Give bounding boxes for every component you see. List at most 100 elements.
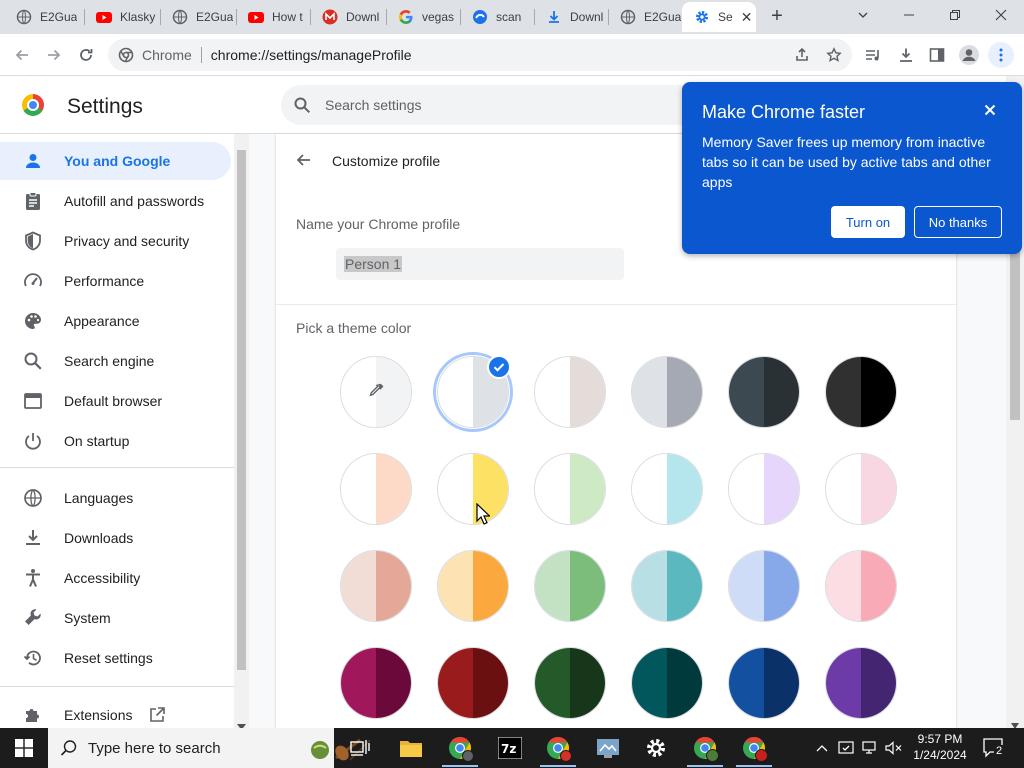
sidebar-item-label: Languages (64, 490, 134, 506)
scroll-down-arrow-icon[interactable] (237, 717, 246, 730)
tab-7[interactable]: scan (460, 2, 534, 32)
new-tab-button[interactable]: + (766, 6, 788, 28)
theme-swatch[interactable] (340, 453, 412, 525)
close-tab-icon[interactable]: ✕ (741, 9, 753, 26)
swatch-right-half (764, 551, 799, 621)
theme-swatch[interactable] (340, 550, 412, 622)
file-explorer-icon[interactable] (397, 734, 425, 762)
sidebar-item-label: Autofill and passwords (64, 193, 205, 209)
side-panel-icon[interactable] (924, 42, 950, 68)
no-thanks-button[interactable]: No thanks (914, 206, 1002, 238)
sidebar-item-privacy[interactable]: Privacy and security (0, 222, 231, 260)
address-bar[interactable]: Chrome chrome://settings/manageProfile (108, 39, 852, 71)
taskbar-search-box[interactable]: Type here to search (48, 728, 371, 768)
chrome-taskbar-icon[interactable] (446, 734, 474, 762)
reload-button[interactable] (73, 42, 99, 68)
active-app-indicator (540, 765, 576, 767)
share-icon[interactable] (789, 42, 815, 68)
tab-6[interactable]: vegas (386, 2, 460, 32)
sidebar-item-reset[interactable]: Reset settings (0, 639, 231, 677)
url-text[interactable]: chrome://settings/manageProfile (211, 47, 412, 63)
tab-1[interactable]: E2Gua (4, 2, 82, 32)
theme-swatch[interactable] (437, 453, 509, 525)
media-queue-icon[interactable] (860, 42, 886, 68)
tab-4[interactable]: How t (236, 2, 310, 32)
sidebar-item-on-startup[interactable]: On startup (0, 422, 231, 460)
theme-swatch[interactable] (340, 647, 412, 719)
sidebar-item-accessibility[interactable]: Accessibility (0, 559, 231, 597)
sidebar-item-default-browser[interactable]: Default browser (0, 382, 231, 420)
scroll-down-arrow-icon[interactable] (1011, 716, 1019, 729)
volume-muted-icon[interactable] (884, 734, 904, 762)
tray-chevron-up-icon[interactable] (812, 734, 832, 762)
sidebar-item-system[interactable]: System (0, 599, 231, 637)
theme-swatch[interactable] (437, 550, 509, 622)
control-panel-icon[interactable] (594, 734, 622, 762)
theme-swatch[interactable] (534, 356, 606, 428)
chrome-taskbar-icon-4[interactable] (740, 734, 768, 762)
tab-9[interactable]: E2Gua (608, 2, 682, 32)
theme-swatch[interactable] (728, 453, 800, 525)
tab-2[interactable]: Klasky (84, 2, 160, 32)
sidebar-scroll-thumb[interactable] (237, 150, 246, 670)
downloads-icon[interactable] (893, 42, 919, 68)
theme-swatch[interactable] (534, 453, 606, 525)
theme-swatch[interactable] (631, 356, 703, 428)
theme-swatch[interactable] (631, 453, 703, 525)
tab-settings[interactable]: Se ✕ (682, 2, 756, 32)
tab-8[interactable]: Downl (534, 2, 608, 32)
sidebar-item-search-engine[interactable]: Search engine (0, 342, 231, 380)
omnibox-divider (200, 47, 202, 63)
notification-icon[interactable]: 2 (982, 737, 1006, 759)
network-icon[interactable] (860, 734, 880, 762)
theme-swatch[interactable] (534, 550, 606, 622)
swatch-left-half (826, 454, 861, 524)
tab-search-icon[interactable] (840, 0, 886, 30)
close-window-button[interactable] (978, 0, 1024, 30)
mouse-cursor-icon (476, 502, 491, 525)
back-arrow-icon[interactable] (294, 150, 314, 170)
profile-name-value: Person 1 (344, 256, 403, 272)
tab-5[interactable]: Downl (310, 2, 386, 32)
theme-swatch[interactable] (728, 647, 800, 719)
sidebar-item-appearance[interactable]: Appearance (0, 302, 231, 340)
tab-3[interactable]: E2Gua (160, 2, 236, 32)
turn-on-button[interactable]: Turn on (831, 206, 905, 238)
theme-swatch[interactable] (631, 550, 703, 622)
chrome-taskbar-icon-2[interactable] (544, 734, 572, 762)
theme-swatch[interactable] (825, 550, 897, 622)
theme-swatch[interactable] (825, 453, 897, 525)
profile-name-field[interactable]: Person 1 (336, 248, 624, 280)
system-clock[interactable]: 9:57 PM 1/24/2024 (912, 731, 968, 763)
theme-swatch[interactable] (534, 647, 606, 719)
theme-swatch[interactable] (631, 647, 703, 719)
search-input[interactable] (325, 97, 665, 113)
theme-swatch[interactable] (728, 356, 800, 428)
sidebar-scrollbar[interactable] (234, 134, 249, 730)
close-icon[interactable] (980, 100, 1000, 120)
bookmark-star-icon[interactable] (821, 42, 847, 68)
sidebar-item-downloads[interactable]: Downloads (0, 519, 231, 557)
theme-swatch[interactable] (437, 647, 509, 719)
sidebar-item-languages[interactable]: Languages (0, 479, 231, 517)
forward-button[interactable] (41, 42, 67, 68)
task-view-icon[interactable] (346, 734, 374, 762)
7zip-icon[interactable]: 7z (496, 734, 524, 762)
sidebar-item-extensions[interactable]: Extensions (0, 696, 231, 728)
sidebar-item-autofill[interactable]: Autofill and passwords (0, 182, 231, 220)
security-tray-icon[interactable] (836, 734, 856, 762)
sidebar-item-performance[interactable]: Performance (0, 262, 231, 300)
search-settings-box[interactable] (281, 85, 701, 125)
theme-swatch[interactable] (728, 550, 800, 622)
start-button[interactable] (0, 728, 48, 768)
menu-kebab-icon[interactable] (988, 42, 1014, 68)
sidebar-item-you-and-google[interactable]: You and Google (0, 142, 231, 180)
theme-swatch[interactable] (825, 647, 897, 719)
back-button[interactable] (9, 42, 35, 68)
theme-swatch[interactable] (825, 356, 897, 428)
minimize-button[interactable] (886, 0, 932, 30)
chrome-taskbar-icon-3[interactable] (691, 734, 719, 762)
restore-button[interactable] (932, 0, 978, 30)
profile-avatar-icon[interactable] (956, 42, 982, 68)
settings-gear-icon[interactable] (642, 734, 670, 762)
